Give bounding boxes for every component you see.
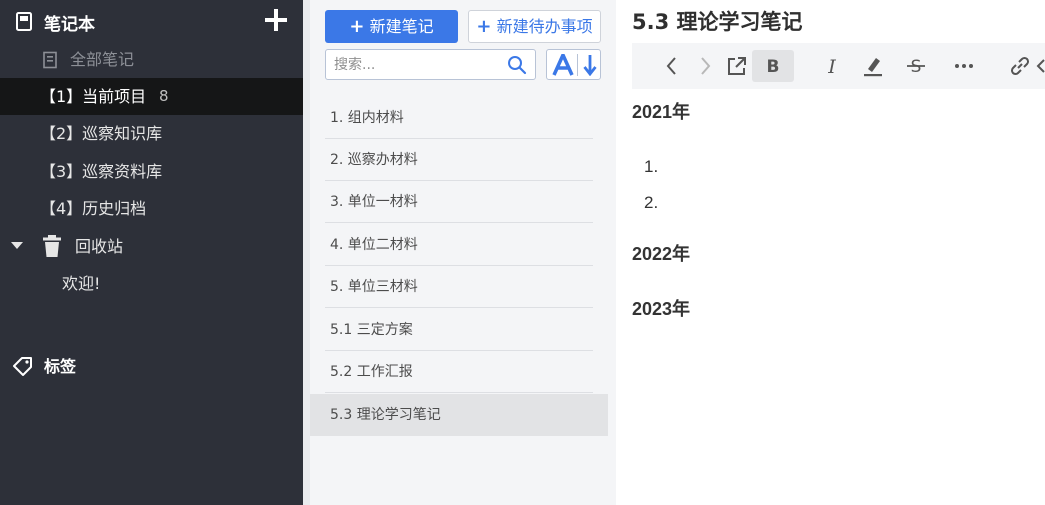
note-list-item[interactable]: 1. 组内材料 — [325, 97, 593, 139]
more-icon[interactable] — [950, 52, 978, 80]
strikethrough-icon[interactable]: S — [902, 52, 930, 80]
sidebar-item-tags[interactable]: 标签 — [0, 348, 303, 385]
note-list-item[interactable]: 4. 单位二材料 — [325, 224, 593, 266]
code-icon[interactable] — [1036, 52, 1045, 80]
note-list-item[interactable]: 2. 巡察办材料 — [325, 139, 593, 181]
sort-direction-icon — [583, 55, 597, 76]
heading-2022: 2022年 — [632, 244, 691, 264]
sidebar-item-label: 全部笔记 — [70, 50, 135, 69]
back-icon[interactable] — [658, 52, 686, 80]
forward-icon[interactable] — [691, 52, 719, 80]
heading-2021: 2021年 — [632, 102, 691, 122]
notebook-icon — [16, 12, 32, 31]
notes-icon — [43, 51, 57, 69]
new-todo-button[interactable]: + 新建待办事项 — [468, 10, 601, 43]
search-icon[interactable] — [507, 55, 527, 75]
plus-icon: + — [476, 16, 492, 37]
note-list-item[interactable]: 5. 单位三材料 — [325, 266, 593, 308]
sidebar: 笔记本 全部笔记 【1】当前项目 8 【2】巡察知识库 【3】巡察资料库 【4】… — [0, 0, 303, 505]
trash-icon — [43, 235, 61, 257]
sidebar-item-label: 【2】巡察知识库 — [40, 124, 163, 143]
plus-icon: + — [349, 16, 365, 37]
sidebar-item-materials[interactable]: 【3】巡察资料库 — [0, 153, 303, 190]
search-input[interactable] — [334, 55, 499, 75]
link-icon[interactable] — [1006, 52, 1034, 80]
panel-divider — [303, 0, 310, 505]
new-todo-label: 新建待办事项 — [496, 17, 593, 36]
svg-text:I: I — [827, 56, 836, 78]
caret-down-icon[interactable] — [11, 242, 23, 250]
list-item: 1. — [644, 157, 659, 176]
heading-2023: 2023年 — [632, 299, 691, 319]
sidebar-header: 笔记本 — [0, 0, 303, 42]
bold-button[interactable]: B — [752, 50, 794, 82]
sidebar-title: 笔记本 — [44, 15, 95, 35]
sidebar-item-label: 回收站 — [75, 237, 124, 256]
sidebar-item-label: 标签 — [44, 357, 77, 376]
note-list-panel: + 新建笔记 + 新建待办事项 1. 组内材料 2. 巡察办材料 3. 单位一材… — [310, 0, 616, 505]
sort-button[interactable] — [546, 49, 601, 80]
note-list-item[interactable]: 5.2 工作汇报 — [325, 351, 593, 393]
sidebar-item-welcome[interactable]: 欢迎! — [0, 265, 303, 302]
sort-divider — [577, 54, 578, 76]
editor-panel: 5.3 理论学习笔记 B I S 2021年 1. 2. 2022年 2023年 — [616, 0, 1045, 505]
sidebar-item-knowledge-base[interactable]: 【2】巡察知识库 — [0, 115, 303, 152]
sidebar-item-label: 【4】历史归档 — [40, 199, 147, 218]
note-title[interactable]: 5.3 理论学习笔记 — [632, 6, 803, 36]
sidebar-item-all-notes[interactable]: 全部笔记 — [0, 41, 303, 78]
open-external-icon[interactable] — [723, 52, 751, 80]
bold-icon: B — [767, 57, 780, 76]
editor-toolbar: B I S — [632, 43, 1045, 89]
tag-icon — [13, 357, 32, 376]
italic-icon[interactable]: I — [818, 52, 846, 80]
sidebar-item-label: 【1】当前项目 — [40, 87, 147, 106]
svg-text:S: S — [911, 57, 922, 77]
sort-alpha-icon — [552, 54, 574, 76]
sidebar-item-current-project[interactable]: 【1】当前项目 8 — [0, 78, 303, 115]
new-note-label: 新建笔记 — [369, 17, 434, 36]
note-list-item[interactable]: 3. 单位一材料 — [325, 181, 593, 223]
highlight-icon[interactable] — [859, 52, 887, 80]
note-list-item-selected[interactable]: 5.3 理论学习笔记 — [310, 394, 608, 436]
list-item: 2. — [644, 193, 659, 212]
add-notebook-icon[interactable] — [262, 6, 290, 34]
search-box — [325, 49, 536, 80]
sidebar-item-archive[interactable]: 【4】历史归档 — [0, 190, 303, 227]
sidebar-item-label: 欢迎! — [62, 274, 101, 293]
svg-text:B: B — [767, 57, 780, 76]
note-count-badge: 8 — [159, 87, 169, 105]
note-list-item[interactable]: 5.1 三定方案 — [325, 309, 593, 351]
sidebar-item-label: 【3】巡察资料库 — [40, 162, 163, 181]
new-note-button[interactable]: + 新建笔记 — [325, 10, 458, 43]
sidebar-item-trash[interactable]: 回收站 — [0, 228, 303, 265]
